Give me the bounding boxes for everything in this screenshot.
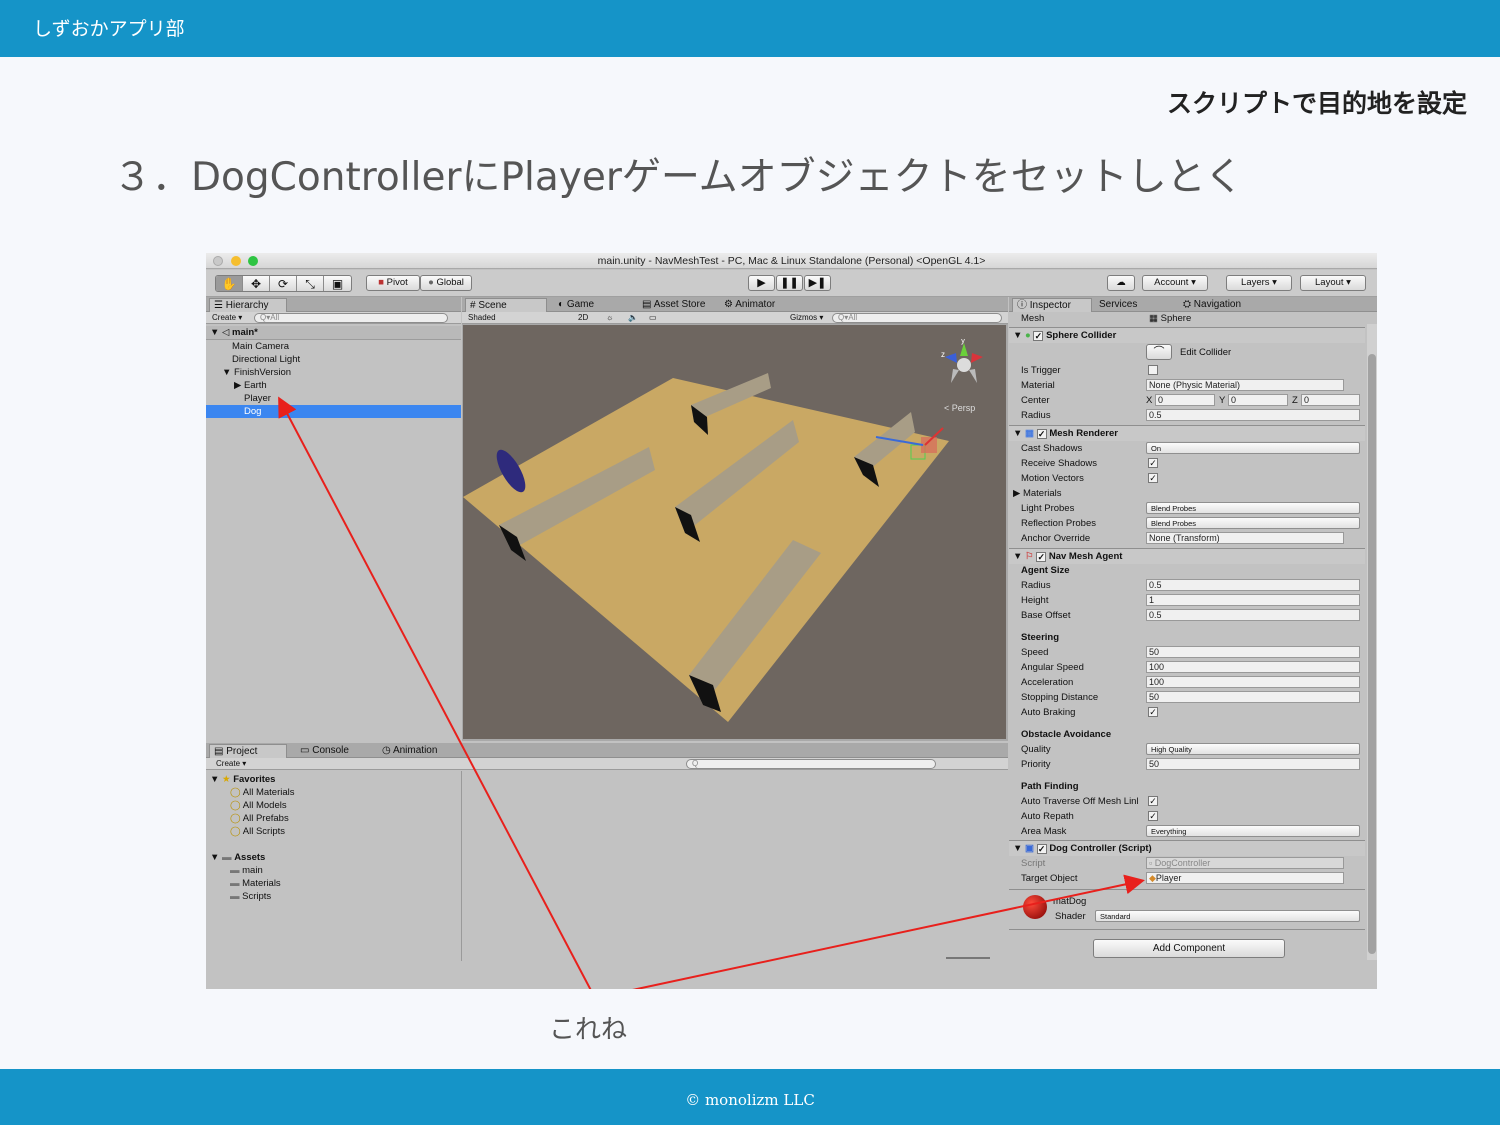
org-name: しずおかアプリ部 <box>33 18 185 40</box>
copyright-text: © monolizm LLC <box>685 1091 815 1109</box>
footer-bar: © monolizm LLC <box>0 1069 1500 1125</box>
unity-editor-screenshot: main.unity - NavMeshTest - PC, Mac & Lin… <box>206 253 1377 989</box>
slide-title: ３．DogControllerにPlayerゲームオブジェクトをセットしとく <box>113 155 1244 200</box>
section-title: スクリプトで目的地を設定 <box>1166 89 1467 118</box>
header-bar: しずおかアプリ部 <box>0 0 1500 57</box>
arrow-to-player <box>278 396 592 989</box>
arrow-to-target-object <box>632 874 1145 989</box>
arrow-apex <box>590 986 620 1006</box>
callout-note: これね <box>549 1015 628 1045</box>
annotation-arrows <box>278 396 1145 989</box>
